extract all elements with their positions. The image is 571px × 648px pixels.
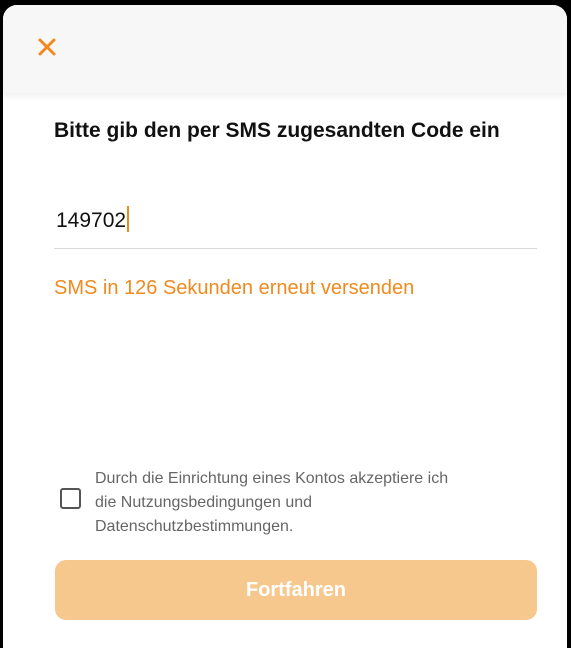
- terms-consent-text: Durch die Einrichtung eines Kontos akzep…: [95, 470, 449, 535]
- resend-sms-link[interactable]: SMS in 126 Sekunden erneut versenden: [54, 274, 414, 302]
- terms-consent-checkbox[interactable]: [60, 488, 81, 509]
- close-button[interactable]: [32, 32, 62, 62]
- close-icon: [38, 38, 56, 56]
- sms-code-value[interactable]: 149702: [56, 206, 130, 235]
- continue-button[interactable]: Fortfahren: [55, 560, 537, 620]
- sms-verification-screen: Bitte gib den per SMS zugesandten Code e…: [3, 5, 567, 648]
- modal-header: [3, 5, 567, 93]
- sms-code-input[interactable]: 149702: [54, 202, 537, 249]
- page-title: Bitte gib den per SMS zugesandten Code e…: [54, 119, 500, 142]
- text-cursor: [127, 206, 130, 232]
- sms-code-text: 149702: [56, 209, 127, 232]
